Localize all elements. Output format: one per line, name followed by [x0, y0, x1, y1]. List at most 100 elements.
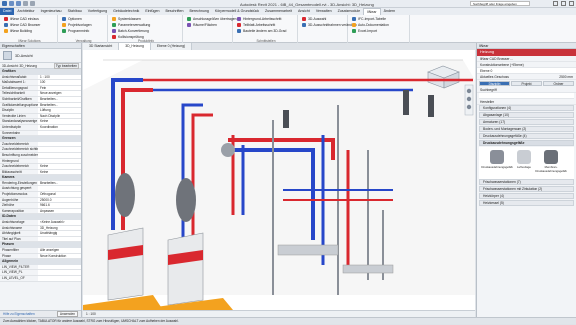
property-value[interactable]: Bearbeiten... — [38, 181, 81, 186]
ribbon-button[interactable]: Hintergrund-Arbeitsschritt — [237, 17, 281, 21]
ribbon-button[interactable]: liNear CAD Browser — [4, 23, 40, 27]
property-value[interactable]: Keine — [38, 119, 81, 124]
property-value[interactable]: Unabhängig — [38, 231, 81, 236]
ribbon-tab[interactable]: Beschriften — [163, 8, 187, 15]
ribbon-button[interactable]: Projektvorlagen — [62, 23, 92, 27]
ribbon-button[interactable]: liNear CAD ein/aus — [4, 17, 39, 21]
undo-icon[interactable] — [23, 1, 28, 6]
property-value[interactable] — [38, 131, 81, 136]
category-item[interactable]: Armaturen (17) — [479, 119, 574, 125]
ribbon-tab[interactable]: Vorfertigung — [85, 8, 110, 15]
ribbon-button[interactable]: Auto-Dokumentation — [352, 23, 389, 27]
ribbon-button[interactable]: 3D-Auswahl — [302, 17, 326, 21]
property-value[interactable]: Keine — [38, 164, 81, 169]
category-item[interactable]: Frischwasserstationen (7) — [479, 179, 574, 185]
ribbon-button[interactable]: Systemklassen — [112, 17, 141, 21]
ribbon-button[interactable]: Teilblatt-Arbeitsschritt — [237, 23, 275, 27]
ribbon-button[interactable]: IFC-Import-Tabelle — [352, 17, 386, 21]
property-value[interactable]: Alle anzeigen — [38, 248, 81, 253]
edit-type-button[interactable]: Typ bearbeiten — [54, 63, 79, 69]
property-value[interactable]: Nach Disziplin — [38, 114, 81, 119]
mode-button[interactable]: Projekt — [511, 81, 542, 86]
property-value[interactable] — [38, 237, 81, 242]
property-value[interactable] — [38, 142, 81, 147]
view-tab[interactable]: 3D_Heizung — [119, 43, 151, 50]
ribbon-tab[interactable]: Ansicht — [295, 8, 313, 15]
mode-button[interactable]: Disziplin — [479, 81, 510, 86]
expansion-vessel[interactable] — [221, 143, 235, 157]
property-value[interactable]: <Keine Auswahl> — [38, 220, 81, 225]
category-item[interactable]: Heizkessel (5) — [479, 200, 574, 206]
view-selector[interactable]: 3D-Ansicht: 3D_Heizung — [2, 64, 54, 68]
mode-button[interactable]: Ordner — [543, 81, 574, 86]
open-category[interactable]: Druckausdehnungsgefäße — [479, 140, 574, 146]
property-value[interactable]: Neue anzeigen — [38, 91, 81, 96]
category-item[interactable]: Frischwasserstationen mit Zirkulation (2… — [479, 186, 574, 192]
ribbon-tab[interactable]: Ingenieurbau — [38, 8, 65, 15]
view-tab[interactable]: Ebene 0 (Heizung) — [151, 43, 192, 50]
property-value[interactable]: 25000.0 — [38, 198, 81, 203]
offset-field[interactable]: 2500 mm — [559, 74, 573, 79]
property-value[interactable]: Fein — [38, 86, 81, 91]
property-value[interactable] — [38, 186, 81, 191]
redo-icon[interactable] — [30, 1, 35, 6]
property-value[interactable]: Anpassen — [38, 209, 81, 214]
ribbon-button[interactable]: Parameterverwaltung — [112, 23, 150, 27]
ribbon-tab[interactable]: Zusammenarbeit — [262, 8, 295, 15]
maximize-icon[interactable] — [561, 1, 566, 6]
view-tab[interactable]: 3D Startansicht — [83, 43, 119, 50]
type-selector[interactable]: 3D-Ansicht — [0, 49, 81, 63]
app-menu-icon[interactable] — [2, 1, 7, 6]
category-item[interactable]: Abgasanlage (10) — [479, 112, 574, 118]
ribbon-button[interactable]: Bauteile ändern am 3D-Grad — [237, 29, 286, 33]
property-value[interactable]: Lüftung — [38, 108, 81, 113]
ribbon-button[interactable]: Optionen — [62, 17, 82, 21]
ribbon-button[interactable]: Räume/Flächen — [187, 23, 217, 27]
search-input[interactable]: Suchbegriff oder Frage eingeben — [470, 1, 530, 6]
property-value[interactable]: Koordination — [38, 125, 81, 130]
property-value[interactable] — [38, 153, 81, 158]
ribbon-tab[interactable]: Datei — [0, 8, 14, 15]
property-value[interactable] — [38, 270, 81, 275]
ribbon-tab[interactable]: Architektur — [14, 8, 37, 15]
ribbon-button[interactable]: Batch-Konvertierung — [112, 29, 149, 33]
ribbon-button[interactable]: Programminfo — [62, 29, 89, 33]
view-control-bar[interactable]: 1 : 100 — [83, 310, 475, 317]
open-icon[interactable] — [9, 1, 14, 6]
category-item[interactable]: Boden- und Montageraum (2) — [479, 126, 574, 132]
component-tile[interactable]: Luftvorlage — [512, 150, 536, 176]
ribbon-tab[interactable]: Gebäudetechnik — [110, 8, 142, 15]
property-value[interactable]: 100 — [38, 80, 81, 85]
property-value[interactable]: 9661.6 — [38, 203, 81, 208]
navigation-bar[interactable] — [465, 85, 473, 115]
ribbon-button[interactable]: Anschlussgrößen übertragen — [187, 17, 237, 21]
ribbon-tab[interactable]: Berechnung — [187, 8, 212, 15]
ribbon-tab[interactable]: Verwalten — [313, 8, 335, 15]
property-value[interactable]: Bearbeiten... — [38, 103, 81, 108]
property-value[interactable]: Orthogonal — [38, 192, 81, 197]
ribbon-tab[interactable]: Stahlbau — [65, 8, 85, 15]
minimize-icon[interactable] — [553, 1, 558, 6]
property-value[interactable]: 3D_Heizung — [38, 226, 81, 231]
ribbon-button[interactable]: liNear Building — [4, 29, 32, 33]
ribbon-tab[interactable]: Einfügen — [142, 8, 162, 15]
property-value[interactable]: Bearbeiten... — [38, 97, 81, 102]
close-icon[interactable] — [569, 1, 574, 6]
component-tile[interactable]: Druckausdehnungsgefäß — [485, 150, 509, 176]
property-value[interactable]: 1 : 100 — [38, 75, 81, 80]
properties-help-link[interactable]: Hilfe zu Eigenschaften — [3, 312, 35, 316]
3d-view-canvas[interactable] — [83, 50, 475, 310]
property-value[interactable]: Neue Konstruktion — [38, 254, 81, 259]
ribbon-tab[interactable]: Körpermodell & Grundstück — [212, 8, 262, 15]
category-item[interactable]: Konfigurationen (4) — [479, 105, 574, 111]
save-icon[interactable] — [16, 1, 21, 6]
property-value[interactable] — [38, 159, 81, 164]
category-item[interactable]: Druckausdehnungsgefäße (4) — [479, 133, 574, 139]
property-value[interactable] — [38, 265, 81, 270]
ribbon-button[interactable]: 3D-Ausschnittrahmen verändern — [302, 23, 357, 27]
ribbon-button[interactable]: Excel-Import — [352, 29, 377, 33]
property-value[interactable] — [38, 147, 81, 152]
ribbon-tab[interactable]: Zusatzmodule — [335, 8, 364, 15]
property-value[interactable]: Keine — [38, 170, 81, 175]
property-value[interactable] — [38, 276, 81, 281]
